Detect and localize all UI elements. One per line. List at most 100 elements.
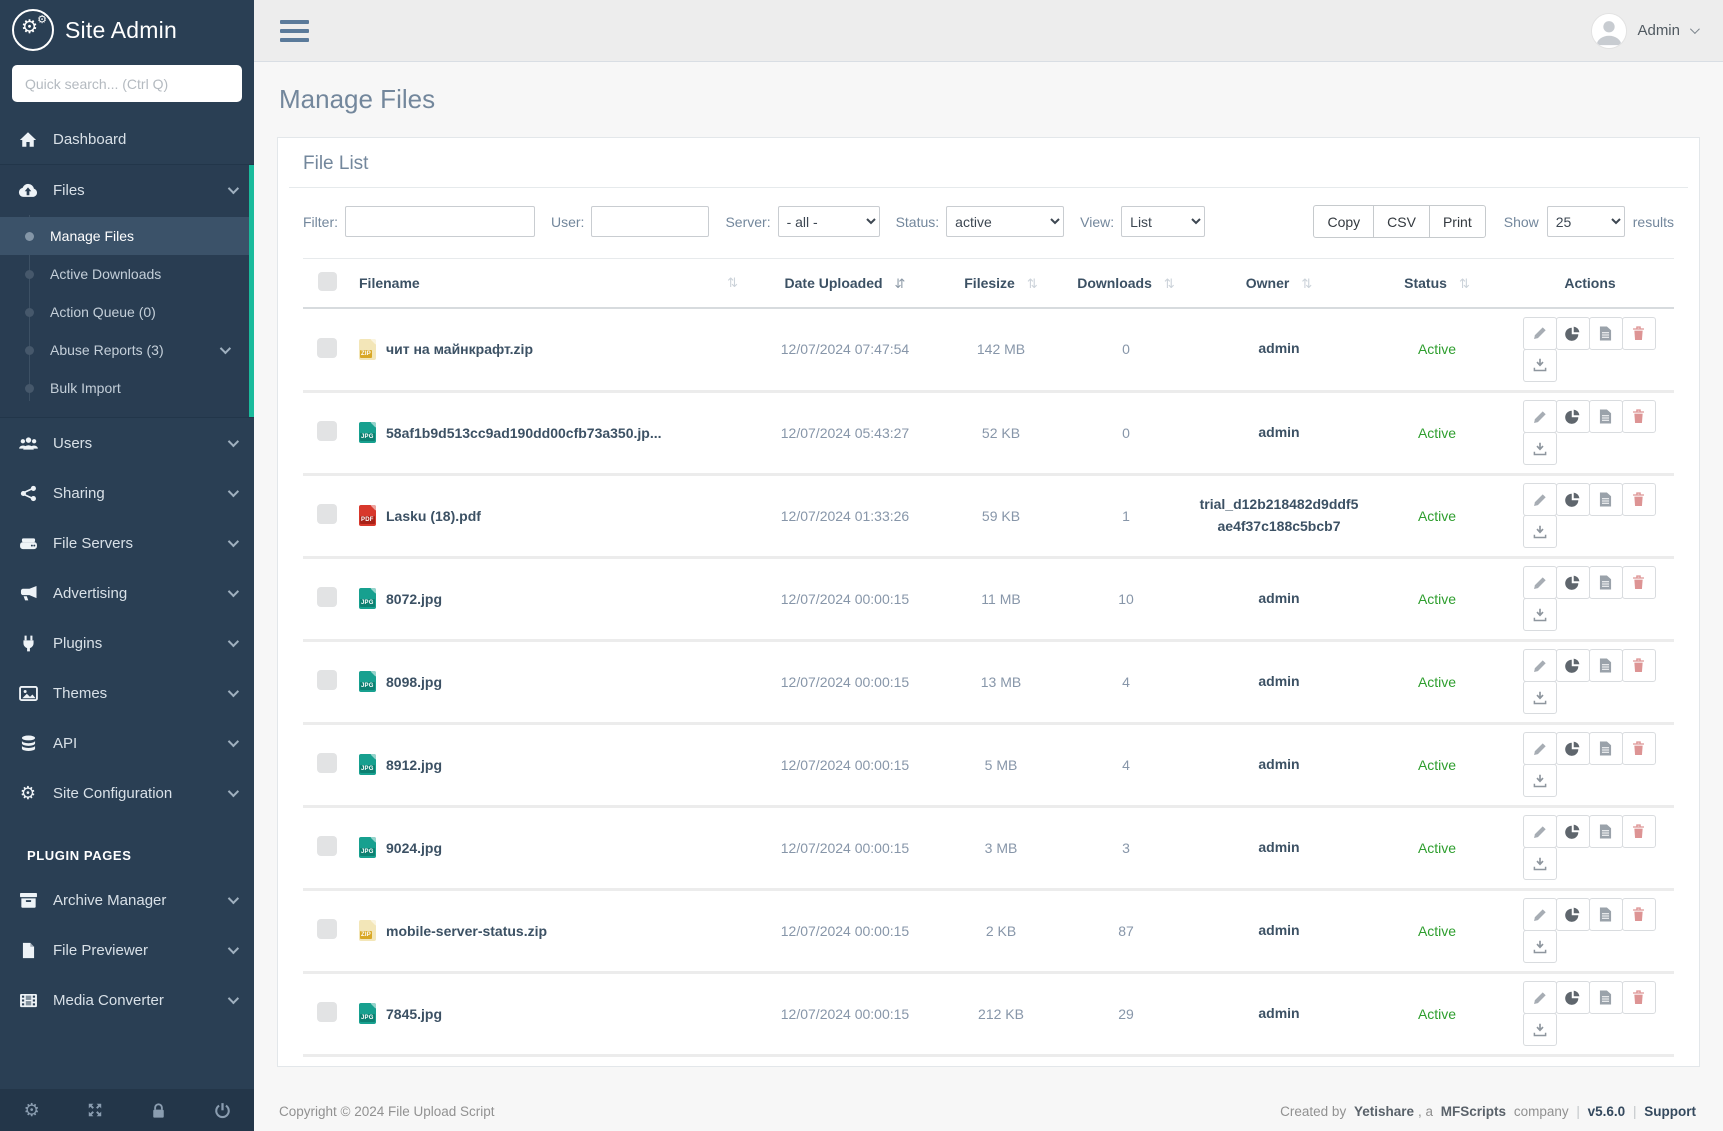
settings-gear-icon[interactable]: ⚙ [12,1089,52,1131]
print-button[interactable]: Print [1429,205,1486,238]
copy-button[interactable]: Copy [1313,205,1374,238]
stats-button[interactable] [1556,815,1590,848]
filename-link[interactable]: 8098.jpg [386,674,442,690]
filename-link[interactable]: 8912.jpg [386,757,442,773]
delete-button[interactable] [1622,981,1656,1014]
sidebar-subitem-bulk-import[interactable]: Bulk Import [0,369,254,407]
sidebar-item-media-converter[interactable]: Media Converter [0,975,254,1025]
sort-icon[interactable]: ⇅ [727,275,738,291]
row-checkbox[interactable] [317,836,337,856]
stats-button[interactable] [1556,898,1590,931]
column-header-status[interactable]: Status⇅ [1368,259,1506,309]
filename-link[interactable]: 9024.jpg [386,840,442,856]
download-button[interactable] [1523,847,1557,880]
sidebar-subitem-abuse-reports[interactable]: Abuse Reports (3) [0,331,254,369]
brand[interactable]: ⚙⚙ Site Admin [0,0,254,59]
filename-link[interactable]: 58af1b9d513cc9ad190dd00cfb73a350.jp... [386,425,662,441]
file-info-button[interactable] [1589,317,1623,350]
support-link[interactable]: Support [1644,1104,1696,1119]
row-checkbox[interactable] [317,587,337,607]
filter-input[interactable] [345,206,535,237]
delete-button[interactable] [1622,317,1656,350]
edit-button[interactable] [1523,815,1557,848]
show-results-select[interactable]: 25 [1547,206,1625,237]
edit-button[interactable] [1523,898,1557,931]
owner-link[interactable]: admin [1258,837,1299,859]
filename-link[interactable]: 7845.jpg [386,1006,442,1022]
csv-button[interactable]: CSV [1373,205,1430,238]
sidebar-subitem-active-downloads[interactable]: Active Downloads [0,255,254,293]
delete-button[interactable] [1622,649,1656,682]
owner-link[interactable]: admin [1258,588,1299,610]
filename-link[interactable]: 8072.jpg [386,591,442,607]
filename-link[interactable]: чит на майнкрафт.zip [386,341,533,357]
delete-button[interactable] [1622,566,1656,599]
row-checkbox[interactable] [317,919,337,939]
stats-button[interactable] [1556,400,1590,433]
file-info-button[interactable] [1589,649,1623,682]
edit-button[interactable] [1523,981,1557,1014]
file-info-button[interactable] [1589,815,1623,848]
sidebar-item-dashboard[interactable]: Dashboard [0,114,254,164]
sidebar-item-advertising[interactable]: Advertising [0,568,254,618]
sidebar-item-themes[interactable]: Themes [0,668,254,718]
menu-toggle-button[interactable] [278,16,311,46]
delete-button[interactable] [1622,732,1656,765]
sort-icon[interactable]: ⇅ [1459,276,1470,291]
select-all-checkbox[interactable] [318,272,337,291]
row-checkbox[interactable] [317,670,337,690]
stats-button[interactable] [1556,732,1590,765]
status-select[interactable]: active [946,206,1064,237]
sidebar-subitem-action-queue[interactable]: Action Queue (0) [0,293,254,331]
column-header-owner[interactable]: Owner⇅ [1190,259,1368,309]
sidebar-item-archive-manager[interactable]: Archive Manager [0,875,254,925]
user-filter-input[interactable] [591,206,709,237]
stats-button[interactable] [1556,317,1590,350]
sidebar-item-files[interactable]: Files [0,165,254,215]
owner-link[interactable]: admin [1258,671,1299,693]
row-checkbox[interactable] [317,1002,337,1022]
column-header-filesize[interactable]: Filesize⇅ [940,259,1062,309]
sort-icon[interactable]: ⇅ [1164,276,1175,291]
yetishare-link[interactable]: Yetishare [1354,1104,1414,1119]
delete-button[interactable] [1622,898,1656,931]
delete-button[interactable] [1622,400,1656,433]
column-header-date-uploaded[interactable]: Date Uploaded⇵ [750,259,940,309]
owner-link[interactable]: admin [1258,920,1299,942]
delete-button[interactable] [1622,815,1656,848]
view-select[interactable]: List [1121,206,1205,237]
fullscreen-icon[interactable] [75,1089,115,1131]
file-info-button[interactable] [1589,981,1623,1014]
delete-button[interactable] [1622,483,1656,516]
quick-search-input[interactable] [12,65,242,102]
row-checkbox[interactable] [317,504,337,524]
download-button[interactable] [1523,598,1557,631]
lock-icon[interactable] [139,1089,179,1131]
stats-button[interactable] [1556,649,1590,682]
column-header-downloads[interactable]: Downloads⇅ [1062,259,1190,309]
file-info-button[interactable] [1589,483,1623,516]
download-button[interactable] [1523,515,1557,548]
download-button[interactable] [1523,930,1557,963]
owner-link[interactable]: admin [1258,422,1299,444]
stats-button[interactable] [1556,566,1590,599]
power-icon[interactable] [202,1089,242,1131]
edit-button[interactable] [1523,400,1557,433]
filename-link[interactable]: mobile-server-status.zip [386,923,547,939]
sort-icon[interactable]: ⇅ [1301,276,1312,291]
row-checkbox[interactable] [317,421,337,441]
owner-link[interactable]: admin [1258,338,1299,360]
sidebar-item-site-configuration[interactable]: ⚙ Site Configuration [0,768,254,818]
filename-link[interactable]: Lasku (18).pdf [386,508,481,524]
stats-button[interactable] [1556,483,1590,516]
file-info-button[interactable] [1589,732,1623,765]
edit-button[interactable] [1523,732,1557,765]
owner-link[interactable]: trial_d12b218482d9ddf5ae4f37c188c5bcb7 [1198,494,1360,537]
sort-desc-icon[interactable]: ⇵ [895,276,906,291]
sidebar-item-sharing[interactable]: Sharing [0,468,254,518]
download-button[interactable] [1523,432,1557,465]
edit-button[interactable] [1523,317,1557,350]
sort-icon[interactable]: ⇅ [1027,276,1038,291]
sidebar-item-file-servers[interactable]: File Servers [0,518,254,568]
file-info-button[interactable] [1589,566,1623,599]
